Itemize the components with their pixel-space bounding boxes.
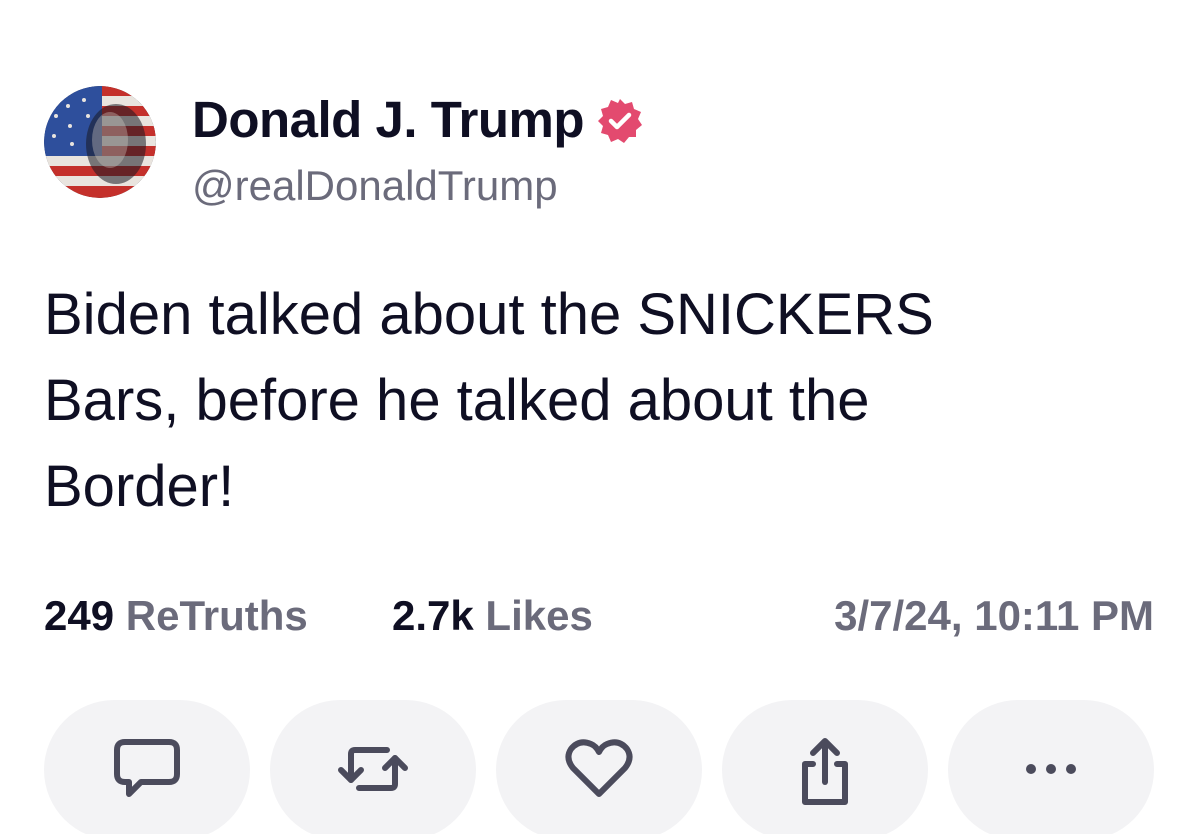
share-icon [802, 738, 848, 805]
author-avatar[interactable] [44, 86, 156, 198]
post-timestamp: 3/7/24, 10:11 PM [834, 592, 1154, 639]
action-bar [44, 700, 1156, 834]
post-text: Biden talked about the SNICKERS Bars, be… [44, 282, 934, 519]
like-button[interactable] [496, 700, 702, 834]
post-stats: 249 ReTruths 2.7k Likes 3/7/24, 10:11 PM [44, 588, 1154, 644]
repost-icon [338, 747, 408, 791]
share-button[interactable] [722, 700, 928, 834]
author-handle[interactable]: @realDonaldTrump [192, 160, 558, 212]
reply-button[interactable] [44, 700, 250, 834]
verified-badge-icon [598, 99, 643, 143]
avatar-image [44, 86, 156, 198]
likes-label: Likes [485, 592, 593, 639]
retruths-count: 249 [44, 592, 115, 639]
likes-count: 2.7k [392, 592, 474, 639]
heart-icon [565, 739, 633, 797]
comment-icon [114, 739, 180, 797]
retruth-button[interactable] [270, 700, 476, 834]
author-name-row: Donald J. Trump [192, 90, 644, 150]
more-button[interactable] [948, 700, 1154, 834]
likes-stat[interactable]: 2.7k Likes [392, 588, 593, 644]
more-icon [1026, 764, 1076, 774]
retruths-label: ReTruths [125, 592, 308, 639]
author-display-name[interactable]: Donald J. Trump [192, 90, 585, 150]
retruths-stat[interactable]: 249 ReTruths [44, 588, 308, 644]
truth-post: Donald J. Trump @realDonaldTrump Biden t… [0, 0, 1200, 834]
